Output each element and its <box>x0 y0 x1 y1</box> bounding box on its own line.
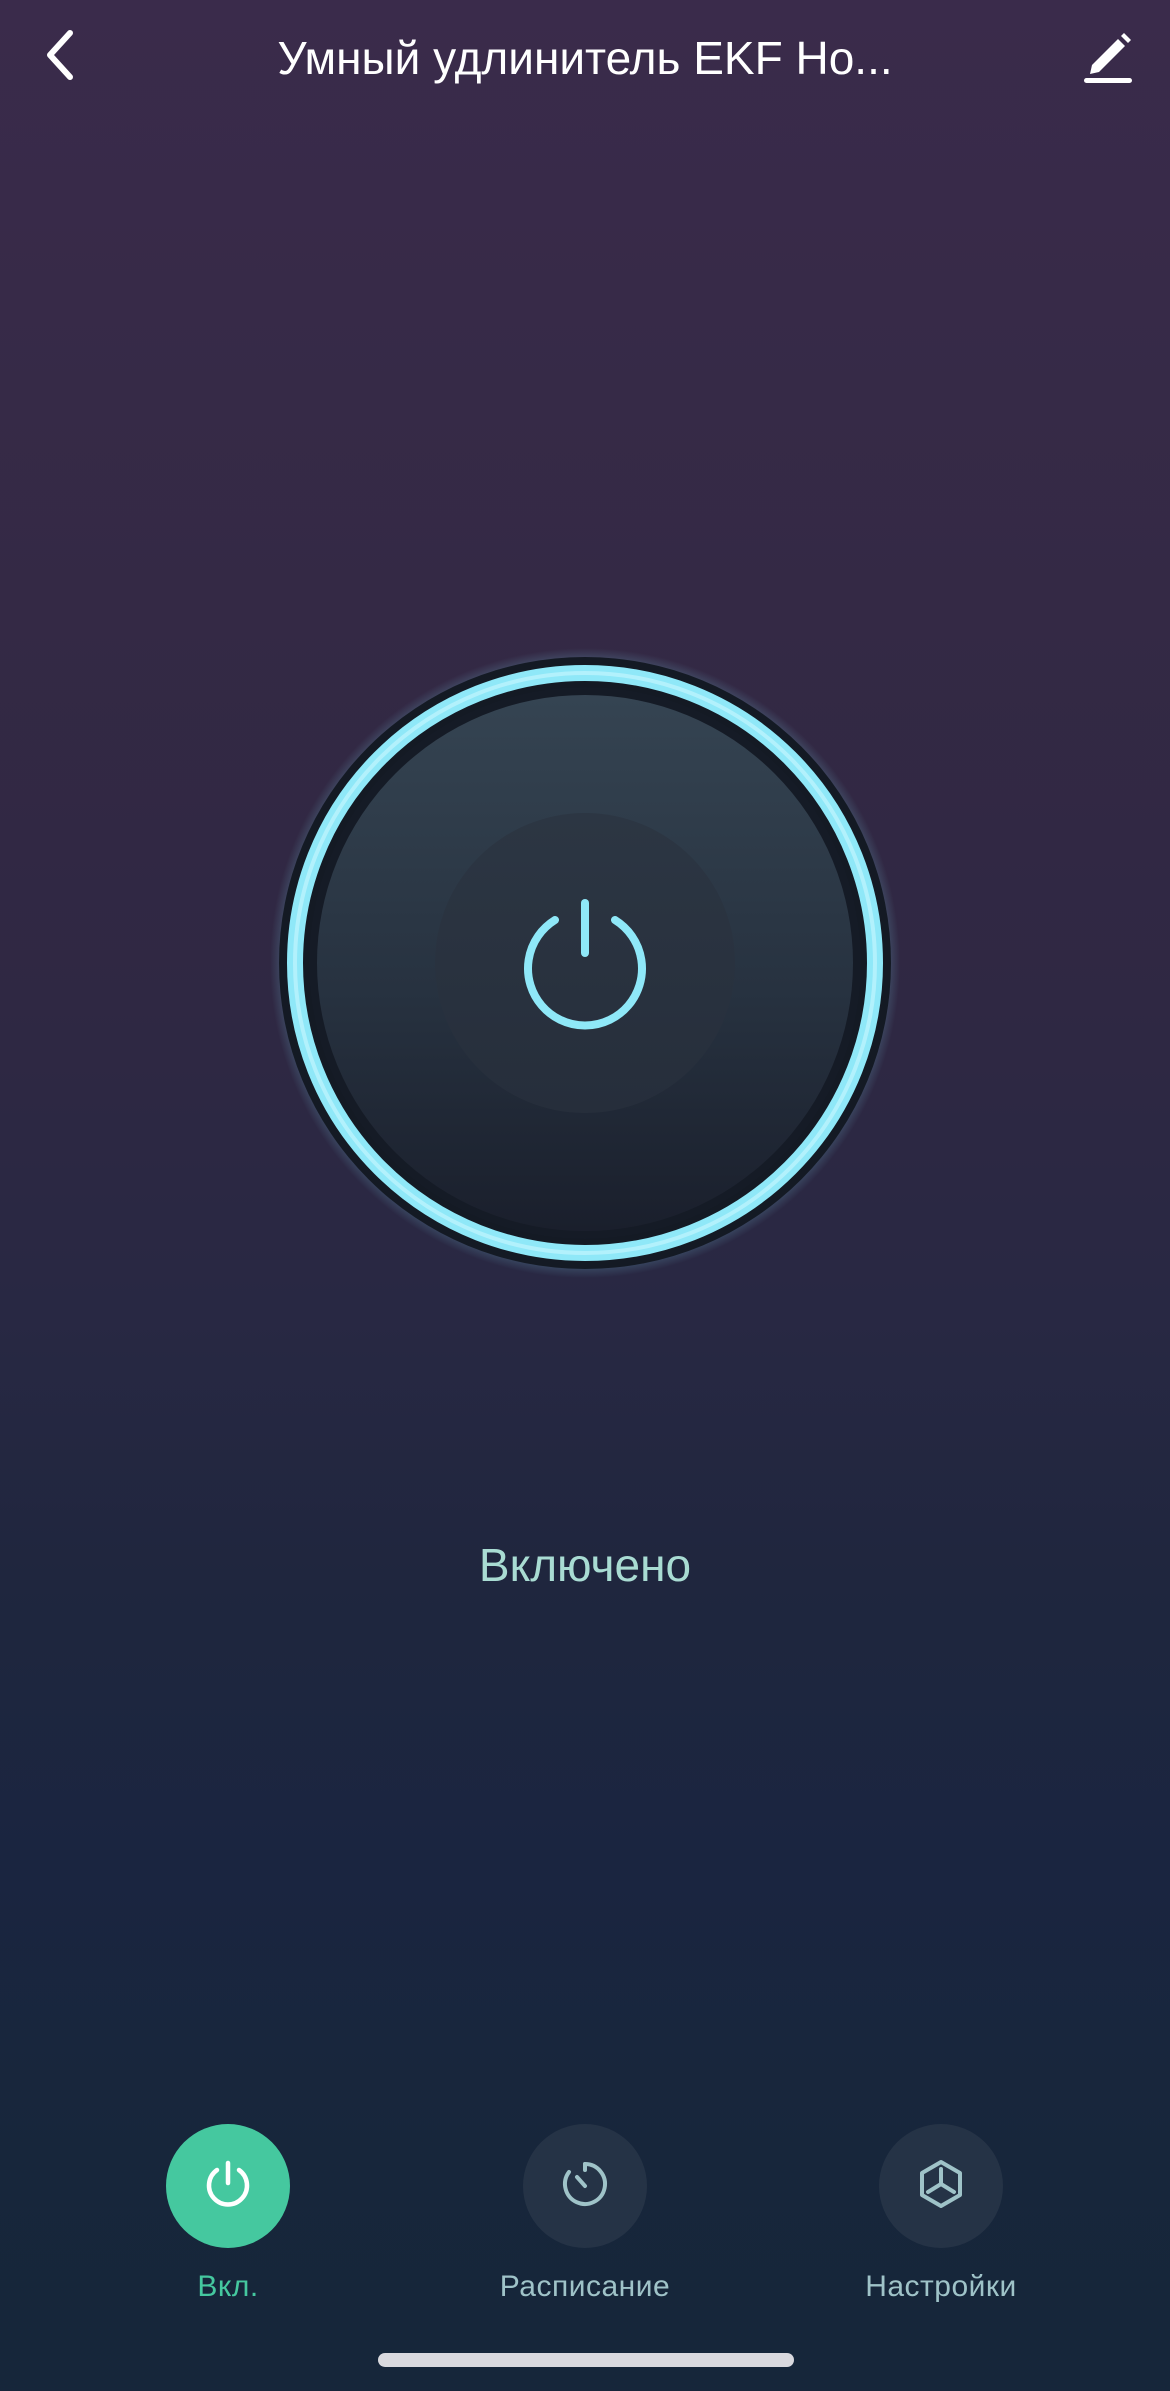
tab-power-label: Вкл. <box>197 2270 259 2303</box>
power-icon <box>200 2156 256 2217</box>
timer-icon <box>557 2156 613 2217</box>
tab-power-circle <box>166 2124 290 2248</box>
back-button[interactable] <box>30 22 90 92</box>
tab-settings-label: Настройки <box>865 2270 1017 2303</box>
edit-button[interactable] <box>1072 22 1144 92</box>
tab-schedule-circle <box>523 2124 647 2248</box>
pencil-icon <box>1078 25 1138 90</box>
top-bar: Умный удлинитель EKF Ho... <box>0 0 1170 120</box>
page-title: Умный удлинитель EKF Ho... <box>277 32 893 84</box>
power-status-text: Включено <box>478 1539 692 1591</box>
tab-settings-circle <box>879 2124 1003 2248</box>
home-indicator[interactable] <box>378 2353 794 2367</box>
tab-settings[interactable]: Настройки <box>811 2124 1071 2304</box>
power-toggle-button[interactable] <box>270 648 900 1278</box>
tab-power[interactable]: Вкл. <box>98 2124 358 2304</box>
chevron-left-icon <box>40 25 80 90</box>
cube-icon <box>913 2156 969 2217</box>
tab-schedule-label: Расписание <box>499 2270 671 2303</box>
tab-schedule[interactable]: Расписание <box>455 2124 715 2304</box>
bottom-tab-bar: Вкл. Расписание Настройки <box>0 2110 1170 2310</box>
